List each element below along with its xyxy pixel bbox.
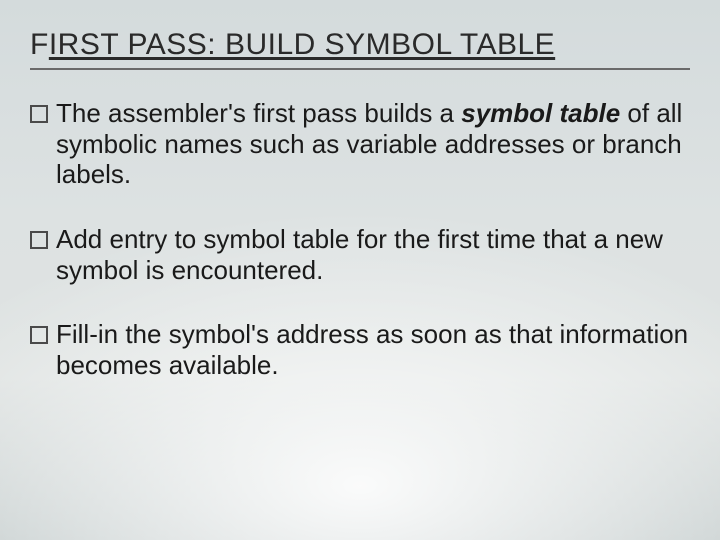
square-bullet-icon (30, 105, 48, 123)
bullet-segment: the symbol's address as soon as that inf… (56, 319, 688, 380)
bullet-lead: Add (56, 224, 102, 254)
bullet-item: Fill-in the symbol's address as soon as … (30, 319, 690, 380)
bullet-item: The assembler's first pass builds a symb… (30, 98, 690, 190)
square-bullet-icon (30, 231, 48, 249)
bullet-item: Add entry to symbol table for the first … (30, 224, 690, 285)
bullet-text: The assembler's first pass builds a symb… (56, 98, 690, 190)
slide-body: The assembler's first pass builds a symb… (30, 98, 690, 381)
title-underline (30, 68, 690, 70)
square-bullet-icon (30, 326, 48, 344)
bullet-text: Add entry to symbol table for the first … (56, 224, 690, 285)
bullet-lead: The (56, 98, 101, 128)
bullet-segment: entry to symbol table for the first time… (56, 224, 663, 285)
bullet-segment: assembler's first pass builds a (101, 98, 461, 128)
bullet-text: Fill-in the symbol's address as soon as … (56, 319, 690, 380)
title-text-pre: F (30, 28, 49, 61)
bullet-emphasis: symbol table (461, 98, 620, 128)
title-text-underlined: IRST PASS: BUILD SYMBOL TABLE (49, 28, 555, 61)
slide-title: FIRST PASS: BUILD SYMBOL TABLE (30, 28, 690, 66)
slide: FIRST PASS: BUILD SYMBOL TABLE The assem… (0, 0, 720, 540)
bullet-lead: Fill-in (56, 319, 118, 349)
